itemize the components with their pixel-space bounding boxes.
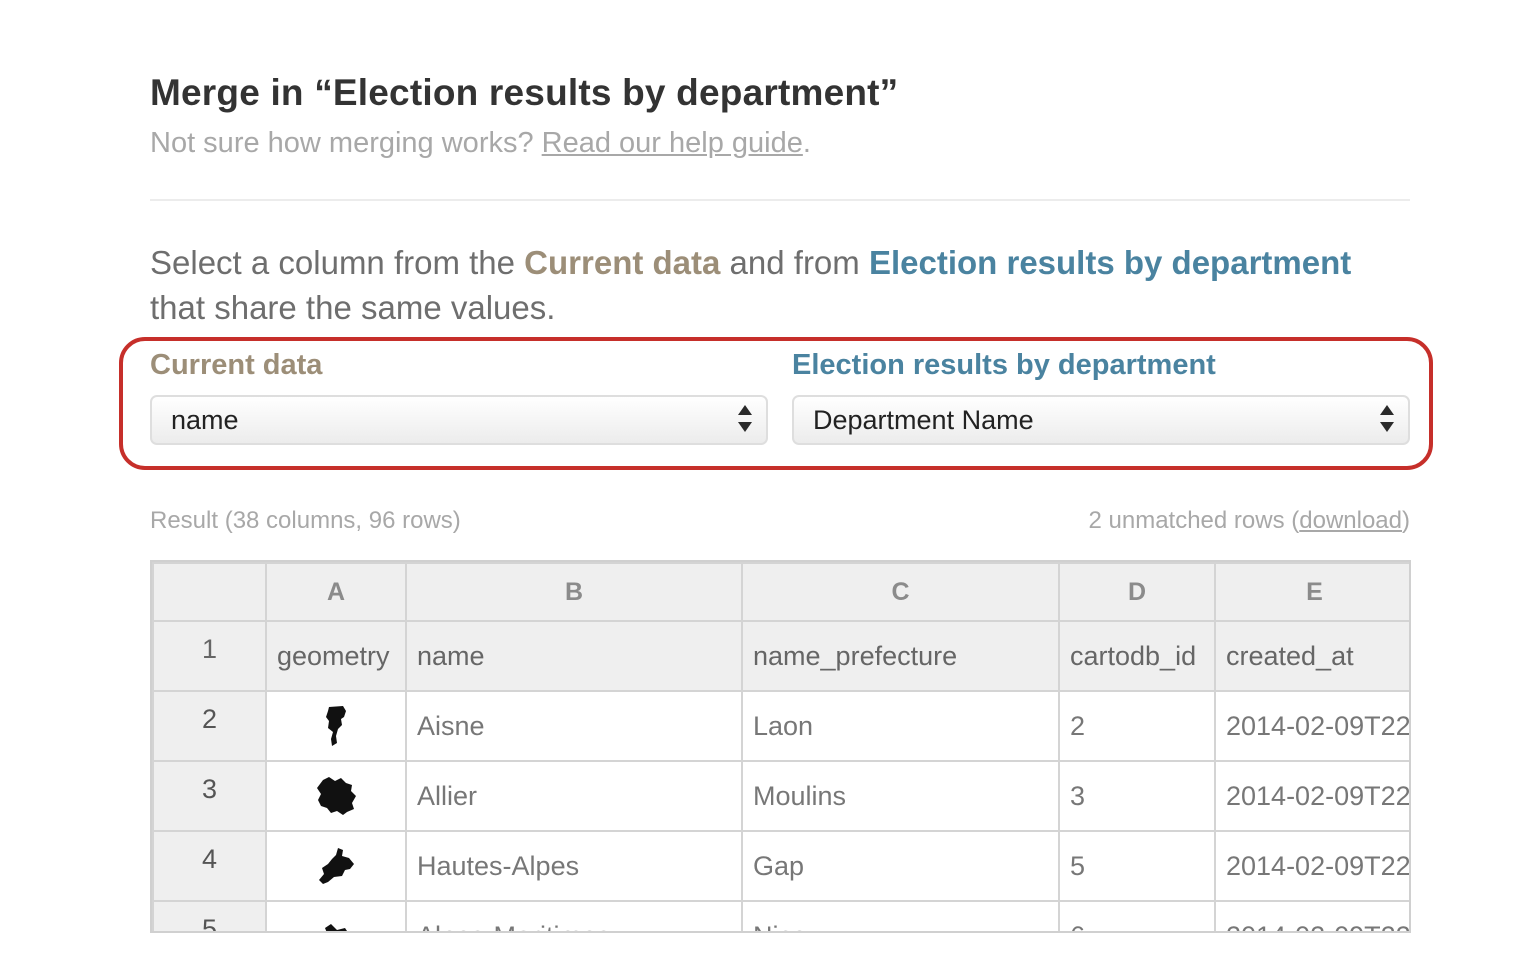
cell-prefecture: Nice (741, 900, 1060, 931)
department-shape-icon (326, 706, 346, 746)
column-letter-b: B (405, 562, 743, 622)
help-text: Not sure how merging works? Read our hel… (150, 127, 811, 160)
cell-created: 2014-02-09T22: (1214, 760, 1409, 832)
geometry-cell (265, 900, 407, 931)
cell-prefecture: Gap (741, 830, 1060, 902)
corner-cell (152, 562, 267, 622)
geometry-cell (265, 690, 407, 762)
unmatched-suffix: ) (1402, 507, 1410, 534)
help-guide-link[interactable]: Read our help guide (542, 127, 803, 159)
column-letter-c: C (741, 562, 1060, 622)
row-number: 2 (152, 690, 267, 762)
department-shape-icon (317, 777, 356, 815)
cell-name: Alpes-Maritimes (405, 900, 743, 931)
row-number: 3 (152, 760, 267, 832)
header-cell: cartodb_id (1058, 620, 1216, 692)
table-header-row: 1 geometry name name_prefecture cartodb_… (152, 620, 1409, 692)
cell-name: Aisne (405, 690, 743, 762)
header-cell: geometry (265, 620, 407, 692)
cell-id: 6 (1058, 900, 1216, 931)
cell-prefecture: Moulins (741, 760, 1060, 832)
table-row: 5 Alpes-Maritimes Nice 6 2014-02-09T22: (152, 900, 1409, 931)
instructions: Select a column from the Current data an… (150, 240, 1410, 330)
header-cell: name (405, 620, 743, 692)
table-row: 2 Aisne Laon 2 2014-02-09T22: (152, 690, 1409, 762)
instructions-part3: that share the same values. (150, 289, 556, 326)
cell-created: 2014-02-09T22: (1214, 900, 1409, 931)
geometry-cell (265, 830, 407, 902)
cell-id: 2 (1058, 690, 1216, 762)
header-cell: name_prefecture (741, 620, 1060, 692)
instructions-election-label: Election results by department (868, 244, 1352, 281)
cell-created: 2014-02-09T22: (1214, 830, 1409, 902)
column-letter-e: E (1214, 562, 1409, 622)
download-link[interactable]: download (1299, 507, 1402, 534)
divider (150, 199, 1410, 201)
geometry-cell (265, 760, 407, 832)
instructions-current-label: Current data (524, 244, 721, 281)
cell-name: Hautes-Alpes (405, 830, 743, 902)
row-number: 1 (152, 620, 267, 692)
dialog-title: Merge in “Election results by department… (150, 72, 899, 113)
cell-prefecture: Laon (741, 690, 1060, 762)
instructions-part2: and from (720, 244, 869, 281)
cell-name: Allier (405, 760, 743, 832)
table-row: 4 Hautes-Alpes Gap 5 2014-02-09T22: (152, 830, 1409, 902)
help-suffix: . (802, 127, 811, 159)
cell-id: 3 (1058, 760, 1216, 832)
result-table: A B C D E 1 geometry name name_prefectur… (150, 560, 1411, 933)
department-shape-icon (319, 848, 354, 884)
row-number: 5 (152, 900, 267, 931)
cell-created: 2014-02-09T22: (1214, 690, 1409, 762)
row-number: 4 (152, 830, 267, 902)
help-prefix: Not sure how merging works? (150, 127, 542, 159)
table-row: 3 Allier Moulins 3 2014-02-09T22: (152, 760, 1409, 832)
department-shape-icon (325, 923, 348, 931)
unmatched-prefix: 2 unmatched rows ( (1088, 507, 1300, 534)
instructions-part1: Select a column from the (150, 244, 525, 281)
result-summary: Result (38 columns, 96 rows) (150, 507, 461, 534)
cell-id: 5 (1058, 830, 1216, 902)
header-cell: created_at (1214, 620, 1409, 692)
column-letter-d: D (1058, 562, 1216, 622)
unmatched-rows: 2 unmatched rows (download) (1088, 507, 1410, 535)
column-letter-a: A (265, 562, 407, 622)
column-selection-highlight (119, 337, 1433, 470)
